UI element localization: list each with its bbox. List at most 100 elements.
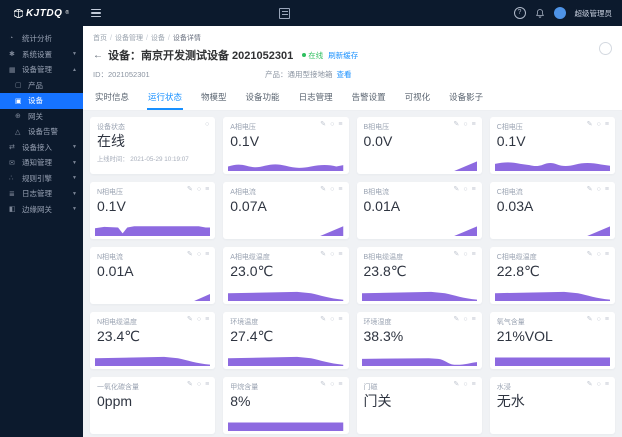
edit-icon[interactable]: ✎: [187, 316, 193, 323]
refresh-icon[interactable]: ○: [463, 316, 467, 323]
more-icon[interactable]: ≡: [605, 121, 609, 128]
sidebar-item-设备接入[interactable]: ⇄设备接入▼: [0, 140, 83, 156]
more-icon[interactable]: ≡: [205, 381, 209, 388]
tab-设备影子[interactable]: 设备影子: [448, 87, 484, 110]
more-icon[interactable]: ≡: [338, 316, 342, 323]
refresh-icon[interactable]: ○: [330, 316, 334, 323]
refresh-icon[interactable]: ○: [205, 121, 209, 128]
edit-icon[interactable]: ✎: [454, 186, 460, 193]
sidebar-item-统计分析[interactable]: ◔统计分析: [0, 31, 83, 47]
refresh-icon[interactable]: ○: [197, 251, 201, 258]
refresh-icon[interactable]: ○: [597, 316, 601, 323]
refresh-icon[interactable]: ○: [330, 186, 334, 193]
tab-实时信息[interactable]: 实时信息: [94, 87, 130, 110]
logo[interactable]: KJTDQ®: [0, 0, 83, 26]
sidebar-item-设备告警[interactable]: △设备告警: [0, 124, 83, 140]
refresh-icon[interactable]: ○: [463, 186, 467, 193]
card-value: 0.03A: [497, 199, 608, 214]
edit-icon[interactable]: ✎: [320, 186, 326, 193]
sidebar-item-日志管理[interactable]: ≣日志管理▼: [0, 186, 83, 202]
more-icon[interactable]: ≡: [338, 381, 342, 388]
refresh-icon[interactable]: ○: [197, 316, 201, 323]
refresh-cache-link[interactable]: 刷新缓存: [328, 50, 358, 61]
sidebar-menu: ◔统计分析✱系统设置▼▦设备管理▲▢产品▣设备⊕网关△设备告警⇄设备接入▼✉通知…: [0, 26, 83, 437]
more-icon[interactable]: ≡: [472, 381, 476, 388]
edit-icon[interactable]: ✎: [187, 186, 193, 193]
refresh-icon[interactable]: ○: [330, 121, 334, 128]
bell-icon[interactable]: [535, 8, 545, 19]
more-icon[interactable]: ≡: [205, 316, 209, 323]
refresh-icon[interactable]: ○: [463, 251, 467, 258]
sidebar-item-产品[interactable]: ▢产品: [0, 78, 83, 94]
refresh-icon[interactable]: ○: [463, 121, 467, 128]
refresh-icon[interactable]: ○: [330, 381, 334, 388]
sidebar-item-设备管理[interactable]: ▦设备管理▲: [0, 62, 83, 78]
more-icon[interactable]: ≡: [338, 186, 342, 193]
more-icon[interactable]: ≡: [605, 251, 609, 258]
refresh-icon[interactable]: ○: [197, 381, 201, 388]
edit-icon[interactable]: ✎: [320, 251, 326, 258]
avatar[interactable]: [554, 7, 566, 19]
menu-box-icon[interactable]: [279, 8, 290, 19]
refresh-icon[interactable]: ○: [197, 186, 201, 193]
breadcrumb-item[interactable]: 首页: [93, 33, 107, 43]
refresh-icon[interactable]: ○: [597, 381, 601, 388]
edit-icon[interactable]: ✎: [187, 251, 193, 258]
refresh-icon[interactable]: ○: [597, 251, 601, 258]
edit-icon[interactable]: ✎: [320, 381, 326, 388]
more-icon[interactable]: ≡: [338, 121, 342, 128]
sidebar-item-规则引擎[interactable]: ∴规则引擎▼: [0, 171, 83, 187]
card-value: 在线: [97, 134, 208, 149]
refresh-icon[interactable]: ○: [597, 186, 601, 193]
app-window: KJTDQ® ? 超级管理员 ◔统计分析✱系统设置▼▦设备管理▲▢产品▣设备⊕网…: [0, 0, 622, 437]
edit-icon[interactable]: ✎: [320, 121, 326, 128]
hamburger-icon[interactable]: [91, 9, 101, 17]
edit-icon[interactable]: ✎: [187, 381, 193, 388]
view-product-link[interactable]: 查看: [337, 69, 352, 80]
more-icon[interactable]: ≡: [205, 251, 209, 258]
username[interactable]: 超级管理员: [575, 8, 613, 19]
tab-告警设置[interactable]: 告警设置: [351, 87, 387, 110]
card-value: 27.4℃: [230, 329, 341, 344]
edit-icon[interactable]: ✎: [587, 121, 593, 128]
more-icon[interactable]: ≡: [472, 121, 476, 128]
top-navbar: KJTDQ® ? 超级管理员: [0, 0, 622, 26]
edit-icon[interactable]: ✎: [454, 121, 460, 128]
more-icon[interactable]: ≡: [338, 251, 342, 258]
edit-icon[interactable]: ✎: [587, 381, 593, 388]
breadcrumb-item[interactable]: 设备管理: [115, 33, 143, 43]
sidebar-item-边缘网关[interactable]: ◧边缘网关▼: [0, 202, 83, 218]
more-icon[interactable]: ≡: [605, 316, 609, 323]
edit-icon[interactable]: ✎: [587, 316, 593, 323]
question-icon[interactable]: ?: [514, 7, 526, 19]
tab-运行状态[interactable]: 运行状态: [147, 87, 183, 110]
more-icon[interactable]: ≡: [205, 186, 209, 193]
sidebar-item-网关[interactable]: ⊕网关: [0, 109, 83, 125]
more-icon[interactable]: ≡: [605, 186, 609, 193]
edit-icon[interactable]: ✎: [454, 251, 460, 258]
sidebar-item-系统设置[interactable]: ✱系统设置▼: [0, 47, 83, 63]
more-icon[interactable]: ≡: [472, 251, 476, 258]
sparkline-chart: [495, 353, 610, 366]
refresh-icon[interactable]: ○: [463, 381, 467, 388]
more-icon[interactable]: ≡: [472, 186, 476, 193]
tab-日志管理[interactable]: 日志管理: [298, 87, 334, 110]
tab-可视化[interactable]: 可视化: [404, 87, 432, 110]
refresh-icon[interactable]: ○: [330, 251, 334, 258]
tab-设备功能[interactable]: 设备功能: [245, 87, 281, 110]
more-icon[interactable]: ≡: [472, 316, 476, 323]
more-icon[interactable]: ≡: [605, 381, 609, 388]
back-icon[interactable]: ←: [93, 50, 103, 61]
edit-icon[interactable]: ✎: [454, 316, 460, 323]
refresh-button[interactable]: [599, 42, 612, 55]
chevron-down-icon: ▼: [72, 191, 77, 197]
edit-icon[interactable]: ✎: [320, 316, 326, 323]
breadcrumb-item[interactable]: 设备: [151, 33, 165, 43]
sidebar-item-通知管理[interactable]: ✉通知管理▼: [0, 155, 83, 171]
edit-icon[interactable]: ✎: [587, 251, 593, 258]
refresh-icon[interactable]: ○: [597, 121, 601, 128]
edit-icon[interactable]: ✎: [587, 186, 593, 193]
sidebar-item-设备[interactable]: ▣设备: [0, 93, 83, 109]
tab-物模型[interactable]: 物模型: [200, 87, 228, 110]
edit-icon[interactable]: ✎: [454, 381, 460, 388]
